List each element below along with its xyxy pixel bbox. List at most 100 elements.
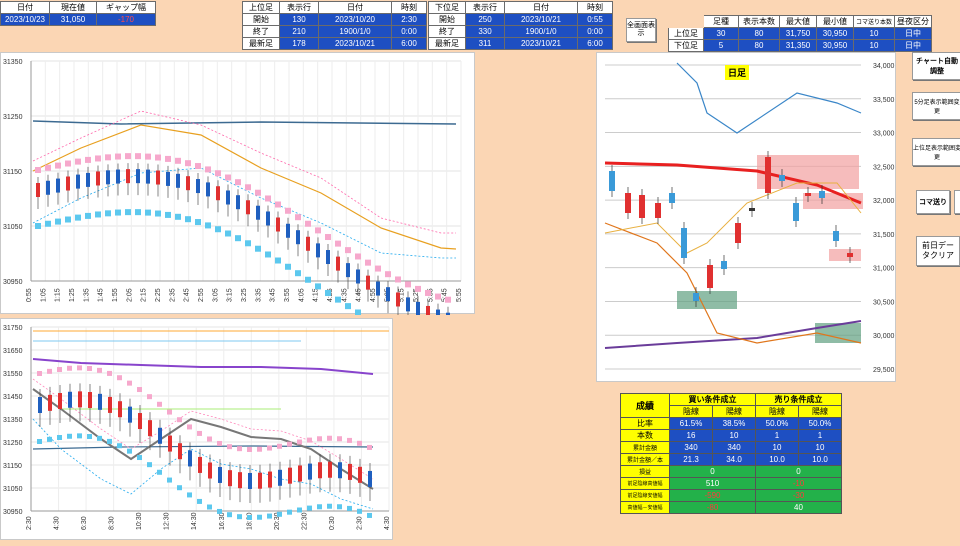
pink-square: [367, 444, 372, 450]
cell[interactable]: 30: [703, 27, 739, 40]
blue-square: [187, 492, 192, 498]
cell[interactable]: 80: [738, 39, 780, 52]
x-tick-label: 3:45: [270, 288, 277, 302]
y-tick-label: 30,000: [873, 333, 895, 340]
candle: [316, 243, 320, 258]
cell: 前足陰線高値幅: [620, 477, 670, 490]
cell: 高値幅－安値幅: [620, 501, 670, 514]
blue-square: [215, 226, 221, 233]
candle: [66, 176, 70, 191]
candle: [258, 472, 262, 489]
pink-square: [95, 155, 101, 162]
blue-square: [357, 508, 362, 514]
pink-square: [47, 368, 52, 374]
step-extra-button[interactable]: [954, 190, 960, 214]
cell[interactable]: 250: [465, 13, 505, 26]
cell: 陰線: [755, 405, 799, 418]
cell: 50.0%: [798, 417, 842, 430]
blue-square: [265, 251, 271, 258]
cell: 2023/10/21: [504, 37, 578, 50]
y-tick-label: 31550: [3, 371, 23, 378]
blue-square: [205, 222, 211, 229]
step-forward-button[interactable]: コマ送り: [916, 190, 950, 214]
candle: [639, 195, 645, 218]
auto-adjust-chart-button[interactable]: チャート自動調整: [912, 52, 960, 80]
cell: 0: [669, 465, 756, 478]
cell: 31,350: [779, 39, 817, 52]
cell[interactable]: 210: [279, 25, 319, 38]
candle: [248, 472, 252, 489]
cell: 時刻: [577, 1, 613, 14]
candle: [76, 174, 80, 189]
cell: 時刻: [391, 1, 427, 14]
blue-square: [107, 438, 112, 444]
pink-square: [327, 435, 332, 441]
pink-square: [395, 276, 401, 283]
candle: [368, 470, 372, 487]
daily-label: 日足: [725, 65, 750, 80]
candle: [176, 173, 180, 188]
pink-square: [335, 240, 341, 247]
cell[interactable]: 10: [852, 39, 896, 52]
candle: [328, 461, 332, 478]
cell: 開始: [428, 13, 466, 26]
5min-range-change-button[interactable]: 5分足表示範囲変更: [912, 92, 960, 120]
cell[interactable]: 5: [703, 39, 739, 52]
cell[interactable]: 130: [279, 13, 319, 26]
blue-square: [125, 209, 131, 216]
blue-square: [267, 513, 272, 519]
cell[interactable]: 10: [852, 27, 896, 40]
pink-square: [117, 375, 122, 381]
gap-value: -170: [96, 13, 156, 26]
cell: 50.0%: [755, 417, 799, 430]
candle: [426, 305, 430, 320]
blue-square: [97, 435, 102, 441]
cell: 10.0: [798, 453, 842, 466]
blue-square: [47, 436, 52, 442]
upper-range-change-button[interactable]: 上位足表示範囲変更: [912, 138, 960, 166]
pink-square: [257, 446, 262, 452]
blue-square: [75, 214, 81, 221]
y-tick-label: 31350: [3, 417, 23, 424]
candle: [178, 443, 182, 460]
pink-square: [197, 430, 202, 436]
x-tick-label: 2:25: [155, 288, 162, 302]
blue-square: [105, 210, 111, 217]
upper-band: [676, 62, 862, 134]
blue-square: [317, 504, 322, 510]
cell[interactable]: 330: [465, 25, 505, 38]
candle: [236, 195, 240, 210]
cell: 30,950: [816, 39, 854, 52]
cell: 178: [279, 37, 319, 50]
candle: [356, 269, 360, 284]
purple-ma-line: [32, 358, 374, 375]
cell: 30,950: [816, 27, 854, 40]
candle: [216, 186, 220, 201]
blue-square: [185, 216, 191, 223]
candle: [208, 462, 212, 479]
candle: [625, 193, 631, 213]
cell: 累計金額: [620, 441, 670, 454]
pink-square: [365, 259, 371, 266]
candle: [376, 281, 380, 296]
cell: 上位足: [242, 1, 280, 14]
lower-timeframe-table: 下位足 表示行 日付 時刻 開始 250 2023/10/21 0:55 終了 …: [428, 1, 613, 50]
cell[interactable]: 日中: [894, 39, 933, 52]
candle: [46, 180, 50, 195]
cell[interactable]: 日中: [894, 27, 933, 40]
x-tick-label: 3:05: [212, 288, 219, 302]
y-tick-label: 34,000: [873, 63, 895, 70]
pink-square: [85, 156, 91, 163]
candle: [136, 169, 140, 184]
clear-previous-day-button[interactable]: 前日データクリア: [916, 236, 960, 266]
blue-square: [337, 504, 342, 510]
candle: [198, 456, 202, 473]
x-tick-label: 1:25: [69, 288, 76, 302]
cell: 日付: [504, 1, 578, 14]
blue-square: [65, 216, 71, 223]
blue-square: [135, 209, 141, 216]
cell: 2023/10/21: [504, 13, 578, 26]
full-display-button[interactable]: 全画面表示: [626, 18, 656, 42]
cell[interactable]: 80: [738, 27, 780, 40]
candle: [118, 401, 122, 418]
